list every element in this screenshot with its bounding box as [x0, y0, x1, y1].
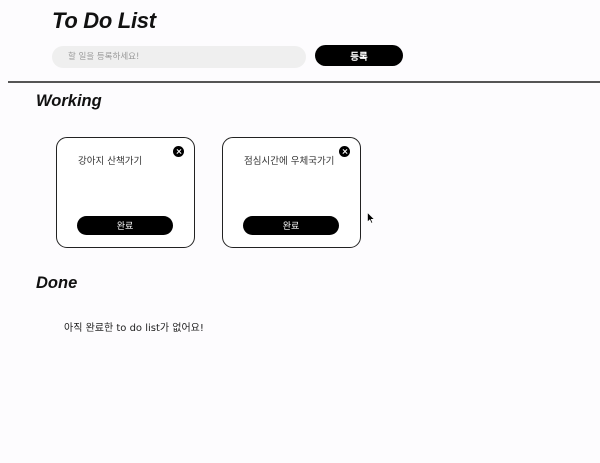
todo-card-text: 점심시간에 우체국가기	[244, 156, 335, 167]
todo-input[interactable]	[52, 46, 306, 68]
complete-button[interactable]: 완료	[77, 216, 173, 235]
working-section-title: Working	[36, 92, 102, 110]
delete-icon[interactable]	[173, 146, 184, 157]
todo-card: 강아지 산책가기 완료	[56, 137, 195, 248]
divider	[8, 81, 600, 83]
done-empty-message: 아직 완료한 to do list가 없어요!	[64, 323, 204, 334]
app-title: To Do List	[52, 8, 156, 33]
done-section-title: Done	[36, 274, 78, 292]
todo-card-text: 강아지 산책가기	[78, 156, 143, 167]
add-button[interactable]: 등록	[315, 45, 403, 66]
complete-button[interactable]: 완료	[243, 216, 339, 235]
mouse-pointer-icon	[367, 212, 375, 224]
todo-card: 점심시간에 우체국가기 완료	[222, 137, 361, 248]
delete-icon[interactable]	[339, 146, 350, 157]
